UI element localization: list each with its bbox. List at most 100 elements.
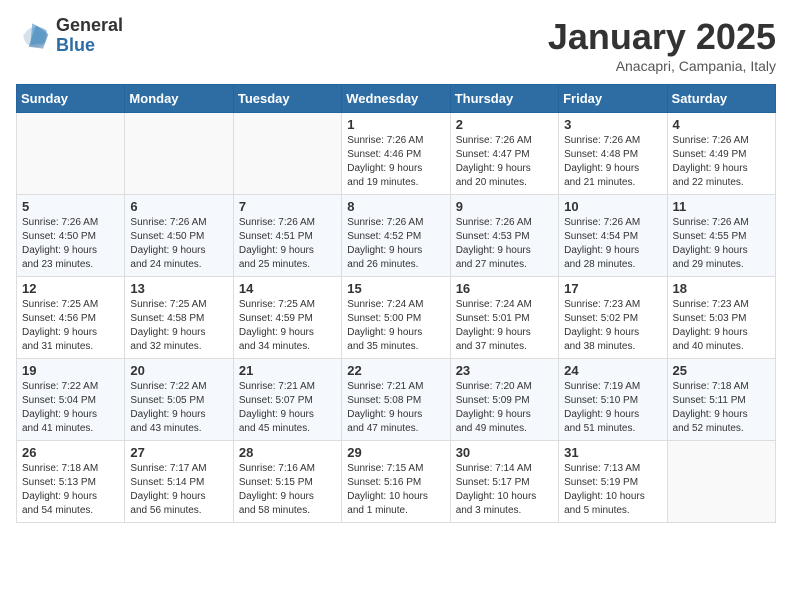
day-info: Sunrise: 7:21 AM Sunset: 5:07 PM Dayligh… (239, 380, 336, 436)
weekday-header-row: SundayMondayTuesdayWednesdayThursdayFrid… (17, 85, 776, 113)
calendar-cell: 15 Sunrise: 7:24 AM Sunset: 5:00 PM Dayli… (342, 277, 450, 359)
day-number: 21 (239, 363, 336, 378)
page-header: General Blue January 2025 Anacapri, Camp… (16, 16, 776, 74)
calendar-cell: 3 Sunrise: 7:26 AM Sunset: 4:48 PM Daylig… (559, 113, 667, 195)
week-row-3: 12 Sunrise: 7:25 AM Sunset: 4:56 PM Dayli… (17, 277, 776, 359)
calendar-cell: 23Sunrise: 7:20 AM Sunset: 5:09 PM Dayli… (450, 359, 558, 441)
day-info: Sunrise: 7:26 AM Sunset: 4:46 PM Dayligh… (347, 134, 444, 190)
calendar-cell: 26Sunrise: 7:18 AM Sunset: 5:13 PM Dayli… (17, 441, 125, 523)
calendar-cell: 12 Sunrise: 7:25 AM Sunset: 4:56 PM Dayli… (17, 277, 125, 359)
calendar-cell: 25 Sunrise: 7:18 AM Sunset: 5:11 PM Dayli… (667, 359, 775, 441)
day-number: 16 (456, 281, 553, 296)
day-number: 4 (673, 117, 770, 132)
day-info: Sunrise: 7:13 AM Sunset: 5:19 PM Dayligh… (564, 462, 661, 518)
calendar-cell: 14 Sunrise: 7:25 AM Sunset: 4:59 PM Dayli… (233, 277, 341, 359)
calendar-cell: 31 Sunrise: 7:13 AM Sunset: 5:19 PM Dayli… (559, 441, 667, 523)
day-info: Sunrise: 7:26 AM Sunset: 4:48 PM Dayligh… (564, 134, 661, 190)
calendar-cell (17, 113, 125, 195)
day-number: 31 (564, 445, 661, 460)
day-info: Sunrise: 7:14 AM Sunset: 5:17 PM Dayligh… (456, 462, 553, 518)
day-number: 11 (673, 199, 770, 214)
title-block: January 2025 Anacapri, Campania, Italy (548, 16, 776, 74)
calendar-cell: 24 Sunrise: 7:19 AM Sunset: 5:10 PM Dayli… (559, 359, 667, 441)
calendar-cell: 20Sunrise: 7:22 AM Sunset: 5:05 PM Dayli… (125, 359, 233, 441)
day-number: 12 (22, 281, 119, 296)
day-info: Sunrise: 7:18 AM Sunset: 5:11 PM Dayligh… (673, 380, 770, 436)
calendar-cell (667, 441, 775, 523)
calendar-cell: 27 Sunrise: 7:17 AM Sunset: 5:14 PM Dayli… (125, 441, 233, 523)
day-info: Sunrise: 7:26 AM Sunset: 4:47 PM Dayligh… (456, 134, 553, 190)
day-info: Sunrise: 7:26 AM Sunset: 4:51 PM Dayligh… (239, 216, 336, 272)
day-info: Sunrise: 7:26 AM Sunset: 4:50 PM Dayligh… (130, 216, 227, 272)
day-info: Sunrise: 7:23 AM Sunset: 5:03 PM Dayligh… (673, 298, 770, 354)
day-number: 22 (347, 363, 444, 378)
day-number: 18 (673, 281, 770, 296)
day-number: 17 (564, 281, 661, 296)
day-number: 30 (456, 445, 553, 460)
day-info: Sunrise: 7:25 AM Sunset: 4:59 PM Dayligh… (239, 298, 336, 354)
day-number: 8 (347, 199, 444, 214)
day-info: Sunrise: 7:20 AM Sunset: 5:09 PM Dayligh… (456, 380, 553, 436)
logo-general-text: General (56, 16, 123, 36)
day-info: Sunrise: 7:26 AM Sunset: 4:50 PM Dayligh… (22, 216, 119, 272)
day-info: Sunrise: 7:26 AM Sunset: 4:54 PM Dayligh… (564, 216, 661, 272)
day-info: Sunrise: 7:23 AM Sunset: 5:02 PM Dayligh… (564, 298, 661, 354)
month-title: January 2025 (548, 16, 776, 58)
day-info: Sunrise: 7:26 AM Sunset: 4:49 PM Dayligh… (673, 134, 770, 190)
day-number: 6 (130, 199, 227, 214)
logo-text: General Blue (56, 16, 123, 56)
day-number: 1 (347, 117, 444, 132)
week-row-5: 26Sunrise: 7:18 AM Sunset: 5:13 PM Dayli… (17, 441, 776, 523)
calendar-cell: 2 Sunrise: 7:26 AM Sunset: 4:47 PM Daylig… (450, 113, 558, 195)
day-number: 10 (564, 199, 661, 214)
day-number: 15 (347, 281, 444, 296)
weekday-header-sunday: Sunday (17, 85, 125, 113)
day-number: 3 (564, 117, 661, 132)
logo-blue-text: Blue (56, 36, 123, 56)
calendar-cell: 17 Sunrise: 7:23 AM Sunset: 5:02 PM Dayli… (559, 277, 667, 359)
calendar-cell: 8 Sunrise: 7:26 AM Sunset: 4:52 PM Daylig… (342, 195, 450, 277)
day-number: 14 (239, 281, 336, 296)
logo-icon (16, 18, 52, 54)
day-number: 19 (22, 363, 119, 378)
location-subtitle: Anacapri, Campania, Italy (548, 58, 776, 74)
calendar-cell: 22 Sunrise: 7:21 AM Sunset: 5:08 PM Dayli… (342, 359, 450, 441)
calendar-cell: 29Sunrise: 7:15 AM Sunset: 5:16 PM Dayli… (342, 441, 450, 523)
day-info: Sunrise: 7:22 AM Sunset: 5:05 PM Dayligh… (130, 380, 227, 436)
calendar-cell: 30 Sunrise: 7:14 AM Sunset: 5:17 PM Dayli… (450, 441, 558, 523)
calendar-cell: 4 Sunrise: 7:26 AM Sunset: 4:49 PM Daylig… (667, 113, 775, 195)
day-info: Sunrise: 7:26 AM Sunset: 4:55 PM Dayligh… (673, 216, 770, 272)
calendar-cell: 9Sunrise: 7:26 AM Sunset: 4:53 PM Daylig… (450, 195, 558, 277)
day-number: 7 (239, 199, 336, 214)
weekday-header-friday: Friday (559, 85, 667, 113)
day-info: Sunrise: 7:18 AM Sunset: 5:13 PM Dayligh… (22, 462, 119, 518)
day-number: 28 (239, 445, 336, 460)
calendar-cell (233, 113, 341, 195)
week-row-1: 1 Sunrise: 7:26 AM Sunset: 4:46 PM Daylig… (17, 113, 776, 195)
day-number: 2 (456, 117, 553, 132)
calendar-cell: 5Sunrise: 7:26 AM Sunset: 4:50 PM Daylig… (17, 195, 125, 277)
calendar-cell: 10 Sunrise: 7:26 AM Sunset: 4:54 PM Dayli… (559, 195, 667, 277)
day-number: 27 (130, 445, 227, 460)
day-number: 25 (673, 363, 770, 378)
day-info: Sunrise: 7:15 AM Sunset: 5:16 PM Dayligh… (347, 462, 444, 518)
day-info: Sunrise: 7:21 AM Sunset: 5:08 PM Dayligh… (347, 380, 444, 436)
day-number: 9 (456, 199, 553, 214)
day-info: Sunrise: 7:26 AM Sunset: 4:52 PM Dayligh… (347, 216, 444, 272)
calendar-cell: 13 Sunrise: 7:25 AM Sunset: 4:58 PM Dayli… (125, 277, 233, 359)
weekday-header-thursday: Thursday (450, 85, 558, 113)
day-number: 13 (130, 281, 227, 296)
calendar-cell: 19Sunrise: 7:22 AM Sunset: 5:04 PM Dayli… (17, 359, 125, 441)
calendar-cell: 28Sunrise: 7:16 AM Sunset: 5:15 PM Dayli… (233, 441, 341, 523)
day-info: Sunrise: 7:24 AM Sunset: 5:01 PM Dayligh… (456, 298, 553, 354)
calendar-cell: 21 Sunrise: 7:21 AM Sunset: 5:07 PM Dayli… (233, 359, 341, 441)
day-info: Sunrise: 7:19 AM Sunset: 5:10 PM Dayligh… (564, 380, 661, 436)
day-info: Sunrise: 7:25 AM Sunset: 4:58 PM Dayligh… (130, 298, 227, 354)
day-info: Sunrise: 7:25 AM Sunset: 4:56 PM Dayligh… (22, 298, 119, 354)
calendar-cell: 11 Sunrise: 7:26 AM Sunset: 4:55 PM Dayli… (667, 195, 775, 277)
calendar-cell (125, 113, 233, 195)
day-number: 24 (564, 363, 661, 378)
weekday-header-wednesday: Wednesday (342, 85, 450, 113)
day-info: Sunrise: 7:17 AM Sunset: 5:14 PM Dayligh… (130, 462, 227, 518)
day-info: Sunrise: 7:24 AM Sunset: 5:00 PM Dayligh… (347, 298, 444, 354)
